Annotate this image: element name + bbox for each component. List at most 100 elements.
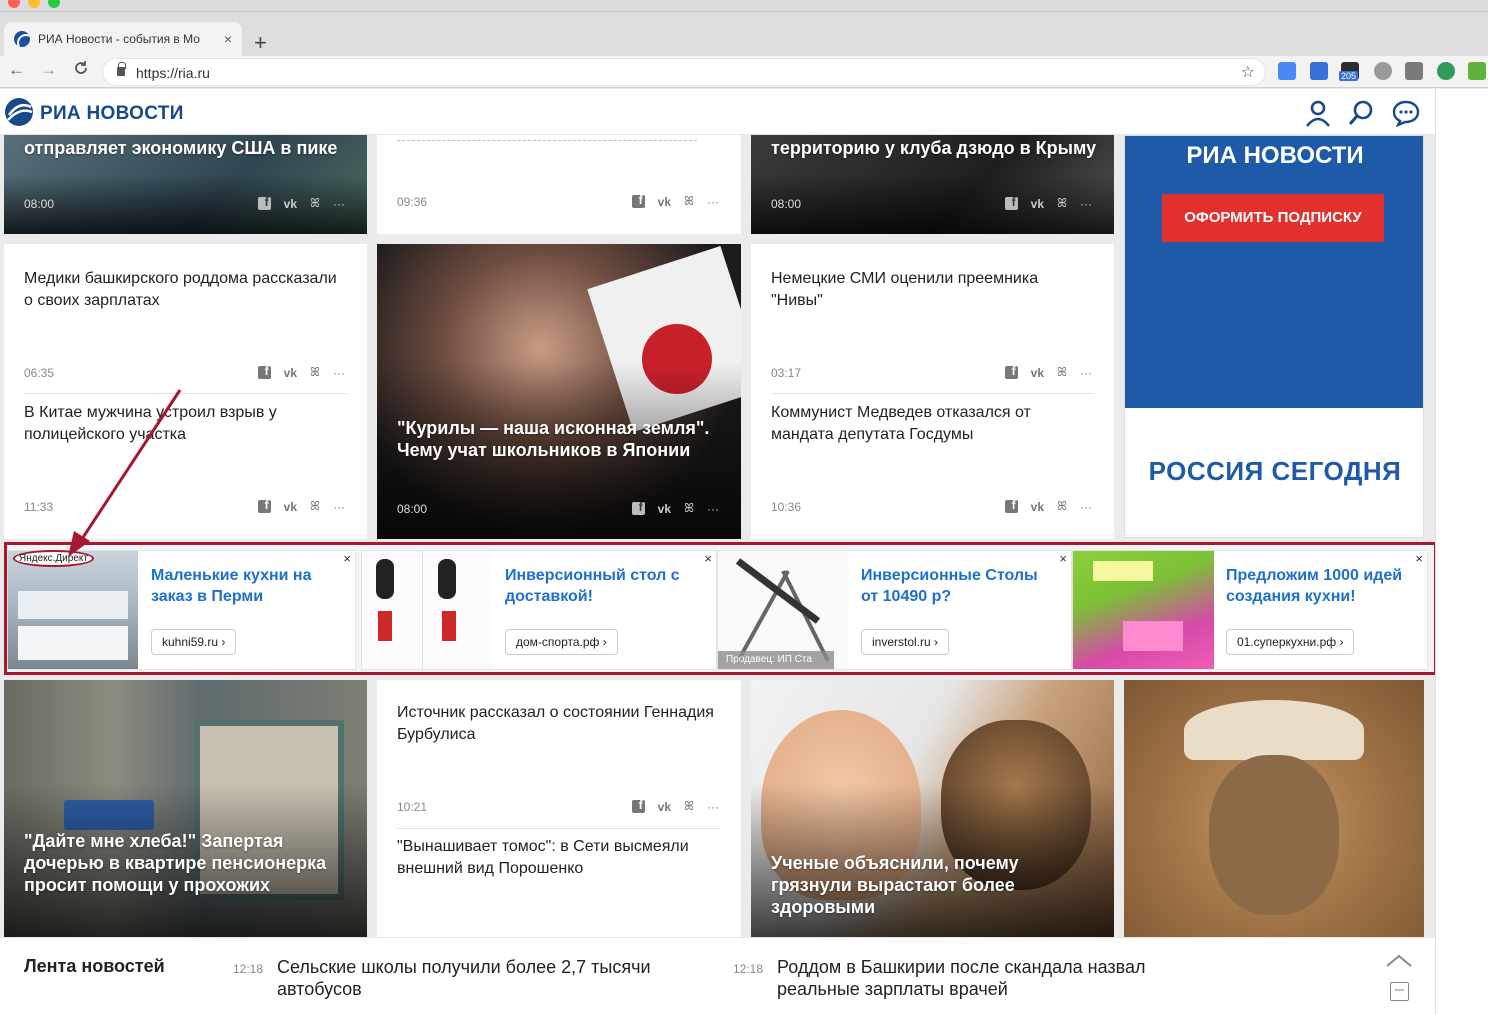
- ad-domain-button[interactable]: дом-спорта.рф ›: [505, 629, 618, 655]
- search-icon[interactable]: [1347, 99, 1375, 127]
- facebook-share-icon[interactable]: [1004, 195, 1018, 210]
- counter-extension-icon[interactable]: 205: [1339, 62, 1359, 81]
- vk-share-icon[interactable]: vk: [1031, 197, 1044, 211]
- subscribe-button[interactable]: ОФОРМИТЬ ПОДПИСКУ: [1162, 194, 1384, 242]
- ticker-news-link[interactable]: Сельские школы получили более 2,7 тысячи…: [277, 956, 657, 1000]
- download-extension-icon[interactable]: [1468, 62, 1486, 80]
- ok-share-icon[interactable]: ꕤ: [1057, 365, 1067, 380]
- more-share-icon[interactable]: ···: [333, 366, 345, 380]
- ok-share-icon[interactable]: ꕤ: [684, 501, 694, 516]
- news-card-image[interactable]: [1124, 680, 1424, 937]
- news-title[interactable]: территорию у клуба дзюдо в Крыму: [771, 137, 1098, 159]
- vk-share-icon[interactable]: vk: [284, 197, 297, 211]
- news-title[interactable]: Ученые объяснили, почему грязнули выраст…: [771, 852, 1098, 918]
- ria-logo-icon[interactable]: [4, 97, 34, 127]
- news-title[interactable]: отправляет экономику США в пике: [24, 137, 351, 159]
- tab-close-icon[interactable]: ×: [224, 31, 232, 47]
- facebook-share-icon[interactable]: [631, 798, 645, 813]
- ad-image[interactable]: [362, 551, 492, 669]
- vk-share-icon[interactable]: vk: [658, 800, 671, 814]
- ad-item[interactable]: Предложим 1000 идей создания кухни! 01.с…: [1072, 550, 1428, 670]
- facebook-share-icon[interactable]: [631, 193, 645, 208]
- ticker-news-link[interactable]: Роддом в Башкирии после скандала назвал …: [777, 956, 1157, 1000]
- ad-domain-button[interactable]: 01.суперкухни.рф ›: [1226, 629, 1355, 655]
- ad-domain-button[interactable]: kuhni59.ru ›: [151, 629, 237, 655]
- minimize-window-button[interactable]: [28, 0, 40, 8]
- ad-item[interactable]: Продавец: ИП Ста Инверсионные Столы от 1…: [717, 550, 1072, 670]
- ok-share-icon[interactable]: ꕤ: [1057, 499, 1067, 514]
- facebook-share-icon[interactable]: [257, 498, 271, 513]
- vk-share-icon[interactable]: vk: [1031, 500, 1044, 514]
- news-card[interactable]: Источник рассказал о состоянии Геннадия …: [377, 680, 741, 937]
- ad-item[interactable]: Инверсионный стол с доставкой! дом-спорт…: [361, 550, 717, 670]
- chevron-up-icon[interactable]: [1386, 954, 1412, 968]
- site-logo-text[interactable]: РИА НОВОСТИ: [40, 103, 184, 125]
- translate-extension-icon[interactable]: [1278, 62, 1296, 80]
- collapse-ticker-button[interactable]: –: [1390, 982, 1409, 1001]
- forward-arrow-icon[interactable]: →: [40, 60, 57, 80]
- news-card-image[interactable]: отправляет экономику США в пике 08:00 vk…: [4, 135, 367, 234]
- news-card-image[interactable]: территорию у клуба дзюдо в Крыму 08:00 v…: [751, 135, 1114, 234]
- code-extension-icon[interactable]: [1405, 62, 1423, 80]
- ad-domain-button[interactable]: inverstol.ru ›: [861, 629, 950, 655]
- vk-share-icon[interactable]: vk: [658, 502, 671, 516]
- more-share-icon[interactable]: ···: [1080, 366, 1092, 380]
- ad-item[interactable]: Маленькие кухни на заказ в Перми kuhni59…: [7, 550, 356, 670]
- ticker-title[interactable]: Лента новостей: [24, 956, 165, 977]
- news-title[interactable]: Коммунист Медведев отказался от мандата …: [771, 402, 1094, 446]
- ad-image[interactable]: [8, 551, 138, 669]
- vk-share-icon[interactable]: vk: [1031, 366, 1044, 380]
- user-profile-icon[interactable]: [1304, 99, 1332, 127]
- ok-share-icon[interactable]: ꕤ: [310, 196, 320, 211]
- ad-title[interactable]: Маленькие кухни на заказ в Перми: [151, 565, 341, 607]
- vk-share-icon[interactable]: vk: [658, 195, 671, 209]
- facebook-share-icon[interactable]: [1004, 498, 1018, 513]
- news-card-image[interactable]: "Дайте мне хлеба!" Запертая дочерью в кв…: [4, 680, 367, 937]
- facebook-share-icon[interactable]: [257, 195, 271, 210]
- news-title[interactable]: "Вынашивает томос": в Сети высмеяли внеш…: [397, 836, 721, 880]
- zoom-window-button[interactable]: [48, 0, 60, 8]
- more-share-icon[interactable]: ···: [333, 500, 345, 514]
- ad-title[interactable]: Предложим 1000 идей создания кухни!: [1226, 565, 1413, 607]
- news-title[interactable]: Немецкие СМИ оценили преемника "Нивы": [771, 268, 1094, 312]
- ok-share-icon[interactable]: ꕤ: [684, 799, 694, 814]
- facebook-share-icon[interactable]: [631, 500, 645, 515]
- ok-share-icon[interactable]: ꕤ: [1057, 196, 1067, 211]
- ad-close-icon[interactable]: ×: [343, 551, 351, 566]
- more-share-icon[interactable]: ···: [1080, 500, 1092, 514]
- more-share-icon[interactable]: ···: [707, 502, 719, 516]
- ad-close-icon[interactable]: ×: [1415, 551, 1423, 566]
- ad-close-icon[interactable]: ×: [704, 551, 712, 566]
- news-title[interactable]: "Дайте мне хлеба!" Запертая дочерью в кв…: [24, 830, 351, 896]
- facebook-share-icon[interactable]: [1004, 364, 1018, 379]
- news-title[interactable]: Источник рассказал о состоянии Геннадия …: [397, 702, 721, 746]
- browser-tab-ria[interactable]: РИА Новости - события в Мо ×: [4, 22, 242, 56]
- news-title[interactable]: Медики башкирского роддома рассказали о …: [24, 268, 347, 312]
- ok-share-icon[interactable]: ꕤ: [310, 365, 320, 380]
- more-share-icon[interactable]: ···: [707, 800, 719, 814]
- ad-title[interactable]: Инверсионные Столы от 10490 р?: [861, 565, 1057, 607]
- ok-share-icon[interactable]: ꕤ: [310, 499, 320, 514]
- vk-share-icon[interactable]: vk: [284, 366, 297, 380]
- back-arrow-icon[interactable]: ←: [8, 60, 25, 80]
- close-window-button[interactable]: [8, 0, 20, 8]
- grid-extension-icon[interactable]: [1310, 62, 1328, 80]
- news-title[interactable]: "Курилы — наша исконная земля". Чему уча…: [397, 417, 725, 461]
- bookmark-star-icon[interactable]: ☆: [1241, 62, 1255, 82]
- new-tab-button[interactable]: +: [254, 32, 267, 54]
- news-card[interactable]: 09:36 vk ꕤ ···: [377, 135, 741, 234]
- news-card-image[interactable]: "Курилы — наша исконная земля". Чему уча…: [377, 244, 741, 539]
- news-card[interactable]: Немецкие СМИ оценили преемника "Нивы" 03…: [751, 244, 1114, 539]
- news-card-image[interactable]: Ученые объяснили, почему грязнули выраст…: [751, 680, 1114, 937]
- globe-extension-icon[interactable]: [1374, 62, 1392, 80]
- chat-icon[interactable]: [1392, 99, 1420, 127]
- facebook-share-icon[interactable]: [257, 364, 271, 379]
- ad-image[interactable]: [1073, 551, 1214, 669]
- more-share-icon[interactable]: ···: [1080, 197, 1092, 211]
- subscription-promo[interactable]: РИА НОВОСТИ ОФОРМИТЬ ПОДПИСКУ РОССИЯ СЕГ…: [1124, 135, 1424, 538]
- ad-close-icon[interactable]: ×: [1059, 551, 1067, 566]
- reload-icon[interactable]: [73, 60, 89, 81]
- more-share-icon[interactable]: ···: [707, 195, 719, 209]
- search-extension-icon[interactable]: [1437, 62, 1455, 80]
- vk-share-icon[interactable]: vk: [284, 500, 297, 514]
